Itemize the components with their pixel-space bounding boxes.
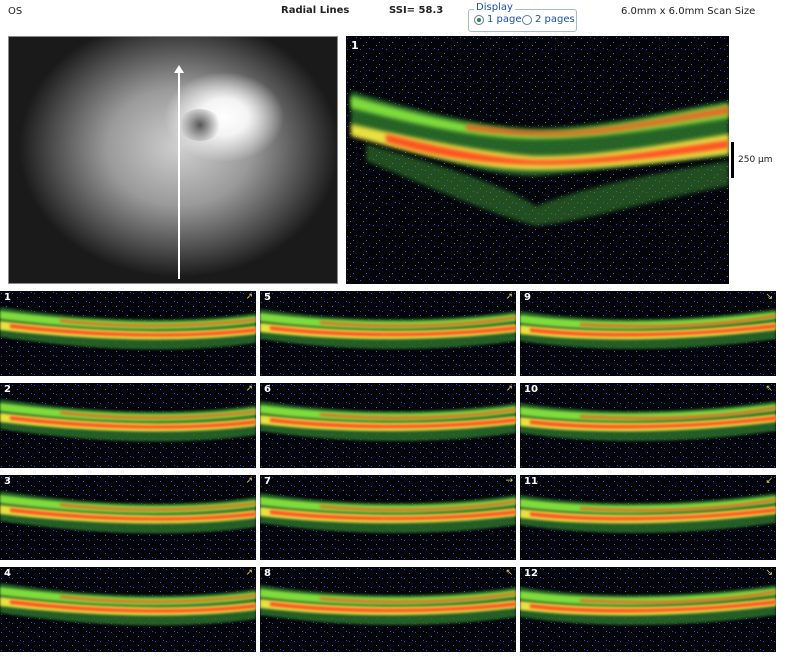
scan-direction-icon: ↗: [505, 384, 513, 394]
scan-direction-icon: ↗: [505, 292, 513, 302]
scan-direction-icon: ↖: [765, 384, 773, 394]
radio-1-page[interactable]: 1 page: [474, 14, 522, 25]
thumbnail-scan-6[interactable]: 6 ↗: [260, 383, 516, 468]
thumbnail-scan-8[interactable]: 8 ↖: [260, 567, 516, 652]
thumbnail-oct-image: [520, 475, 776, 560]
thumbnail-oct-image: [260, 291, 516, 376]
radio-2-pages-label: 2 pages: [535, 14, 575, 25]
scale-bar-label: 250 µm: [738, 155, 773, 165]
scan-direction-icon: ↘: [765, 292, 773, 302]
display-legend: Display: [474, 2, 515, 13]
main-oct-image: [346, 36, 729, 284]
eye-label: OS: [8, 6, 23, 17]
radio-1-page-label: 1 page: [487, 14, 522, 25]
thumbnail-oct-image: [520, 291, 776, 376]
thumbnail-number: 12: [524, 568, 538, 579]
thumbnail-scan-10[interactable]: 10 ↖: [520, 383, 776, 468]
thumbnail-oct-image: [520, 567, 776, 652]
main-scan-number: 1: [351, 39, 359, 52]
scan-direction-icon: ↗: [245, 476, 253, 486]
scan-direction-icon: ↖: [505, 568, 513, 578]
thumbnail-scan-9[interactable]: 9 ↘: [520, 291, 776, 376]
thumbnail-number: 2: [4, 384, 11, 395]
thumbnail-oct-image: [260, 383, 516, 468]
thumbnail-scan-5[interactable]: 5 ↗: [260, 291, 516, 376]
radio-selected-icon: [474, 14, 484, 25]
thumbnail-scan-3[interactable]: 3 ↗: [0, 475, 256, 560]
thumbnail-number: 7: [264, 476, 271, 487]
scan-direction-icon: ↘: [765, 568, 773, 578]
thumbnail-oct-image: [260, 475, 516, 560]
thumbnail-oct-image: [0, 383, 256, 468]
thumbnail-scan-11[interactable]: 11 ↙: [520, 475, 776, 560]
thumbnail-oct-image: [0, 567, 256, 652]
thumbnail-number: 6: [264, 384, 271, 395]
thumbnail-scan-1[interactable]: 1 ↗: [0, 291, 256, 376]
thumbnail-number: 8: [264, 568, 271, 579]
thumbnail-scan-2[interactable]: 2 ↗: [0, 383, 256, 468]
radio-unselected-icon: [522, 14, 532, 25]
main-oct-scan[interactable]: 1: [346, 36, 729, 284]
scan-type-label: Radial Lines: [281, 5, 350, 16]
scan-direction-icon: ↗: [245, 384, 253, 394]
thumbnail-oct-image: [520, 383, 776, 468]
thumbnail-number: 3: [4, 476, 11, 487]
thumbnail-number: 1: [4, 292, 11, 303]
scan-direction-icon: ↗: [245, 568, 253, 578]
fundus-fovea: [179, 109, 221, 141]
fundus-image[interactable]: [8, 36, 338, 284]
scan-direction-icon: →: [505, 476, 513, 486]
thumbnail-number: 5: [264, 292, 271, 303]
scale-bar: [731, 142, 734, 178]
thumbnail-scan-4[interactable]: 4 ↗: [0, 567, 256, 652]
thumbnail-scan-7[interactable]: 7 →: [260, 475, 516, 560]
scan-direction-icon: ↙: [765, 476, 773, 486]
thumbnail-oct-image: [0, 291, 256, 376]
thumbnail-number: 11: [524, 476, 538, 487]
thumbnail-oct-image: [260, 567, 516, 652]
ssi-label: SSI= 58.3: [389, 5, 444, 16]
scan-direction-arrow-icon: [174, 65, 184, 73]
thumbnail-scan-12[interactable]: 12 ↘: [520, 567, 776, 652]
radio-2-pages[interactable]: 2 pages: [522, 14, 575, 25]
thumbnail-number: 10: [524, 384, 538, 395]
scan-position-line[interactable]: [178, 71, 180, 279]
scan-direction-icon: ↗: [245, 292, 253, 302]
thumbnail-number: 4: [4, 568, 11, 579]
thumbnail-number: 9: [524, 292, 531, 303]
thumbnail-oct-image: [0, 475, 256, 560]
scan-size-label: 6.0mm x 6.0mm Scan Size: [621, 6, 756, 17]
